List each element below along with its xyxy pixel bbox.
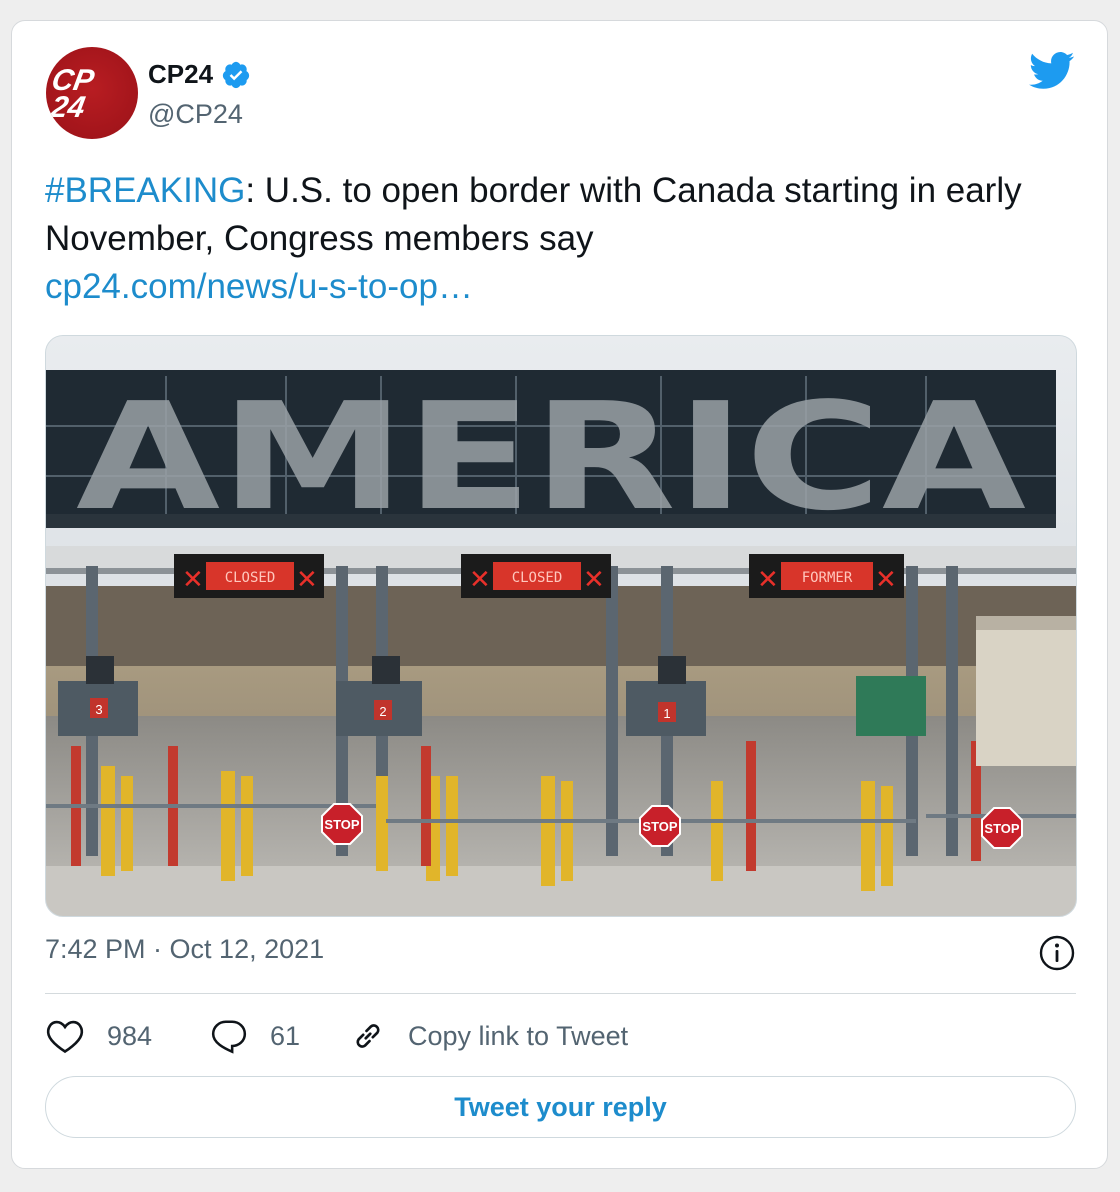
reply-action[interactable]: 61 (210, 1017, 350, 1055)
svg-text:✕: ✕ (296, 565, 318, 595)
reply-bubble-icon (211, 1020, 247, 1054)
twitter-bird-icon[interactable] (1029, 51, 1075, 91)
border-crossing-photo: AMERICA CLOSED ✕ ✕ CLOSED ✕ ✕ FORMER ✕ ✕… (46, 336, 1076, 916)
link-icon (356, 1024, 380, 1048)
like-action[interactable]: 984 (45, 1018, 210, 1054)
cp24-logo-avatar[interactable]: CP 24 (46, 47, 138, 139)
account-handle[interactable]: @CP24 (148, 99, 243, 130)
account-name-label: CP24 (148, 59, 214, 89)
svg-text:✕: ✕ (469, 565, 491, 595)
svg-text:STOP: STOP (984, 821, 1019, 836)
reply-count: 61 (270, 1020, 301, 1051)
svg-text:STOP: STOP (642, 819, 677, 834)
svg-text:CLOSED: CLOSED (225, 570, 276, 586)
svg-text:CLOSED: CLOSED (512, 570, 563, 586)
svg-text:✕: ✕ (875, 565, 897, 595)
hashtag-link[interactable]: #BREAKING (45, 171, 245, 210)
verified-badge-icon (222, 61, 250, 88)
tweet-actions: 984 61 Copy link to Tweet (45, 1015, 628, 1057)
svg-text:24: 24 (47, 91, 87, 124)
tweet-text: #BREAKING: U.S. to open border with Cana… (45, 167, 1090, 311)
svg-text:2: 2 (379, 704, 386, 719)
svg-text:✕: ✕ (182, 565, 204, 595)
svg-text:STOP: STOP (324, 817, 359, 832)
svg-text:FORMER: FORMER (802, 570, 853, 586)
svg-text:✕: ✕ (757, 565, 779, 595)
copy-link-action[interactable]: Copy link to Tweet (350, 1018, 628, 1054)
divider (45, 993, 1076, 994)
tweet-timestamp[interactable]: 7:42 PM · Oct 12, 2021 (45, 934, 324, 965)
account-name[interactable]: CP24 (148, 59, 251, 90)
tweet-card: CP 24 CP24 @CP24 #BREAKING: U.S. to open… (11, 20, 1108, 1169)
copy-link-label: Copy link to Tweet (408, 1020, 629, 1051)
tweet-your-reply-button[interactable]: Tweet your reply (45, 1076, 1076, 1138)
lane-signs: CLOSED ✕ ✕ CLOSED ✕ ✕ FORMER ✕ ✕ (174, 554, 904, 598)
info-icon[interactable] (1038, 934, 1076, 972)
article-link[interactable]: cp24.com/news/u-s-to-op… (45, 263, 1090, 311)
heart-icon (46, 1020, 84, 1054)
svg-text:1: 1 (663, 706, 670, 721)
like-count: 984 (107, 1020, 153, 1051)
svg-text:✕: ✕ (583, 565, 605, 595)
tweet-photo[interactable]: AMERICA CLOSED ✕ ✕ CLOSED ✕ ✕ FORMER ✕ ✕… (45, 335, 1077, 917)
svg-text:3: 3 (95, 702, 102, 717)
